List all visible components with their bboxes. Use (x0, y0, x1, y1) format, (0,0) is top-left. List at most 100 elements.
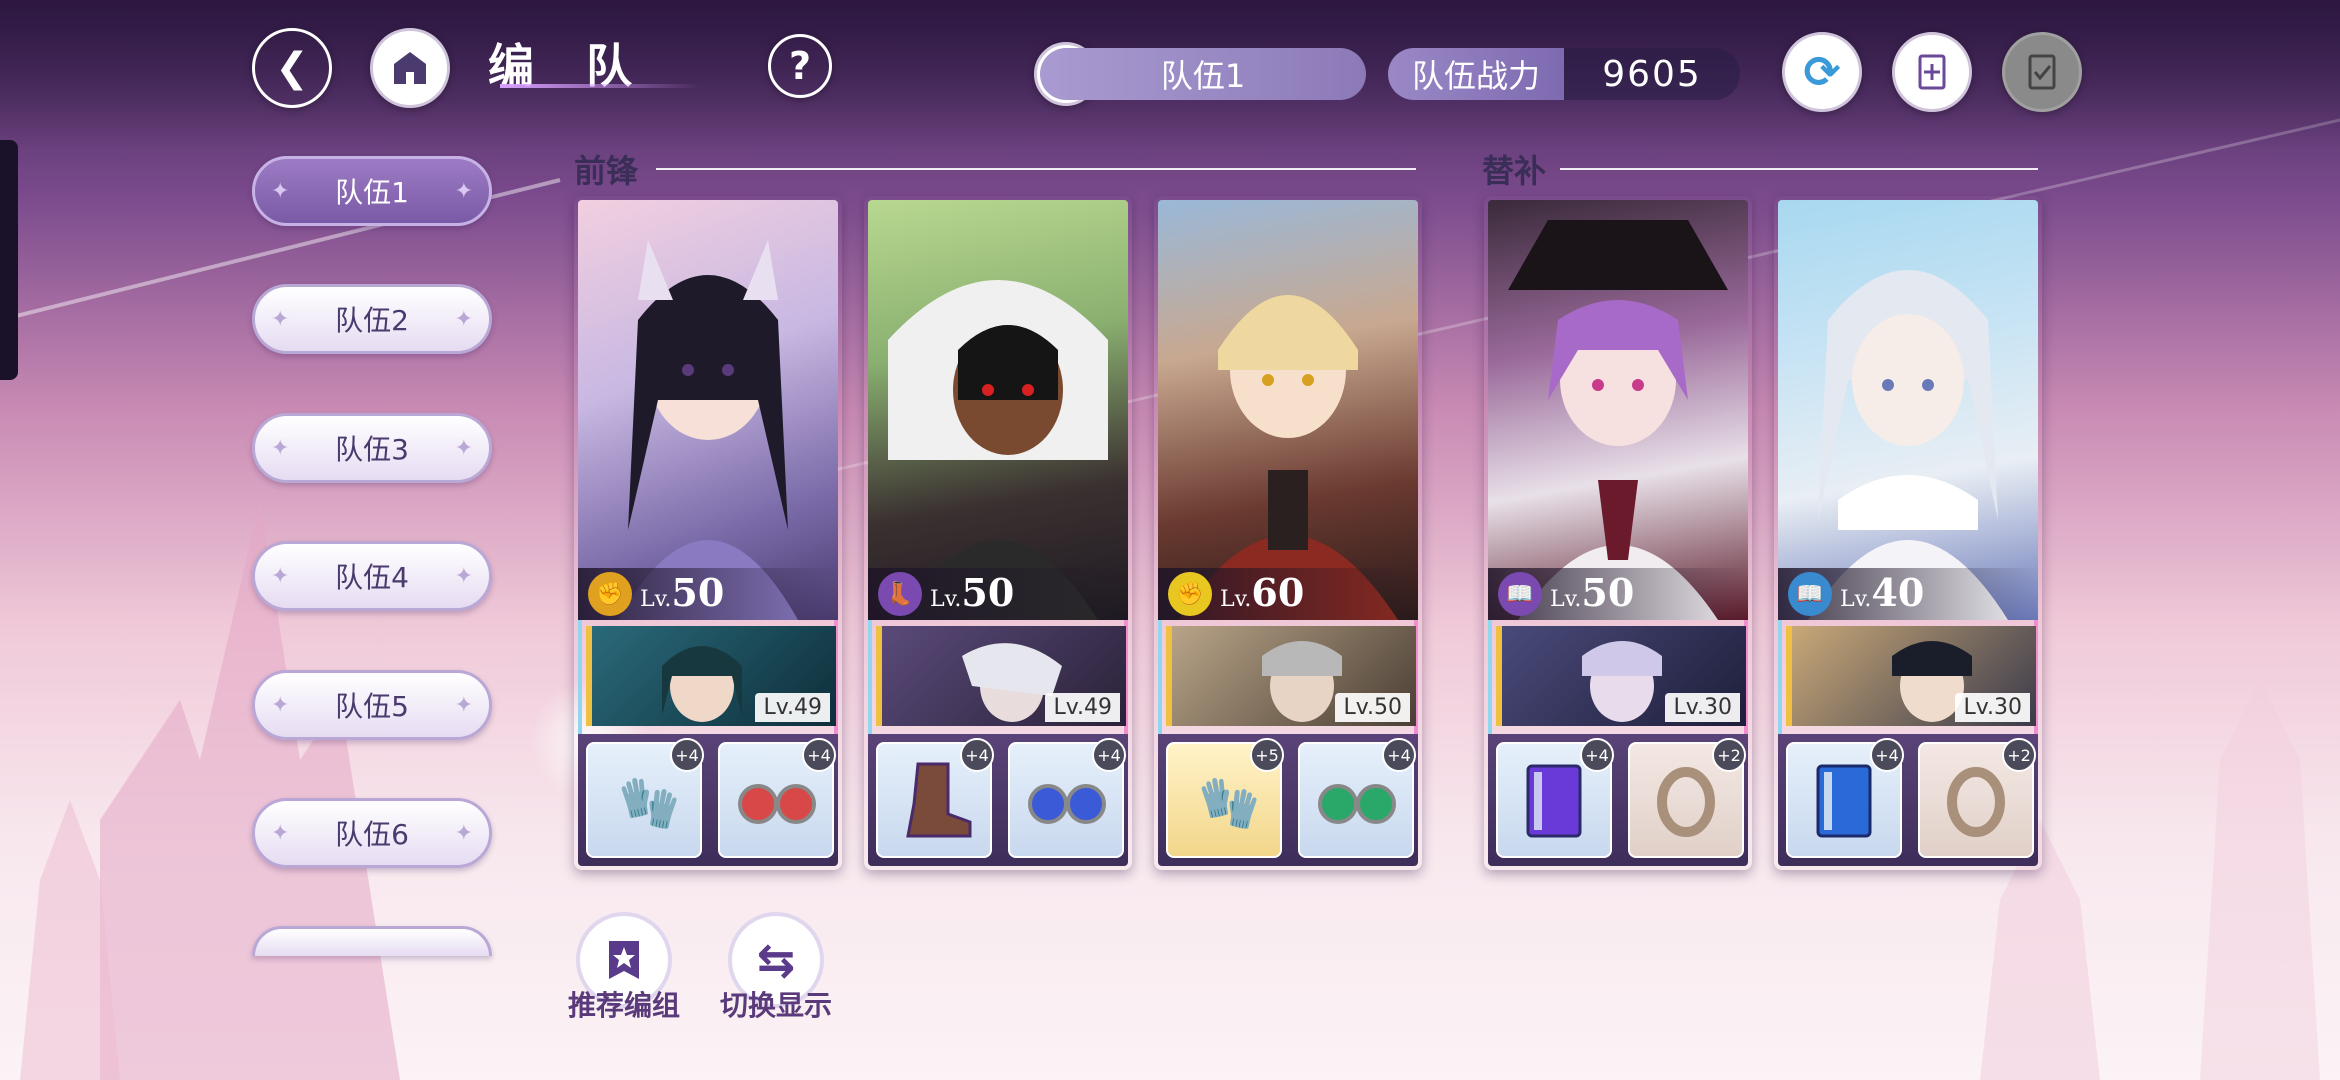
equipment-area: +4 +4 (868, 734, 1128, 866)
tab-team-6[interactable]: 队伍6 ✦ ✦ (252, 798, 492, 868)
support-card[interactable]: Lv.49 (586, 626, 836, 726)
tab-label: 队伍4 (335, 561, 409, 594)
gauntlet-icon: 🧤 (618, 774, 681, 832)
sparkle-icon: ✦ (271, 179, 290, 204)
gauntlet-equip-slot[interactable]: 🧤 +5 (1166, 738, 1284, 858)
sparkle-icon: ✦ (271, 693, 290, 718)
goggles-equip-slot[interactable]: +4 (1008, 738, 1126, 858)
tab-team-4[interactable]: 队伍4 ✦ ✦ (252, 541, 492, 611)
boots-equip-slot[interactable]: +4 (876, 738, 994, 858)
character-portrait (578, 200, 838, 620)
character-card-5[interactable]: 📖 Lv.40 Lv.30 +4 +2 (1774, 196, 2042, 870)
help-button[interactable]: ? (768, 34, 832, 98)
support-card[interactable]: Lv.50 (1166, 626, 1416, 726)
book-equip-slot[interactable]: +4 (1786, 738, 1904, 858)
tab-team-7-partial[interactable] (252, 926, 492, 956)
sparkle-icon: ✦ (271, 436, 290, 461)
tab-team-1[interactable]: 队伍1 ✦ ✦ (252, 156, 492, 226)
sparkle-icon: ✦ (271, 307, 290, 332)
gauntlet-icon: 🧤 (1198, 774, 1261, 832)
character-portrait (1158, 200, 1418, 620)
enhance-badge: +4 (670, 738, 704, 772)
equipment-area: 🧤 +5 +4 (1158, 734, 1418, 866)
star-badge-icon (609, 941, 639, 979)
enhance-badge: +5 (1250, 738, 1284, 772)
copy-team-button[interactable] (1892, 32, 1972, 112)
gauntlet-equip-slot[interactable]: 🧤 +4 (586, 738, 704, 858)
enhance-badge: +4 (960, 738, 994, 772)
character-card-1[interactable]: ✊ Lv.50 Lv.49 🧤 +4 +4 (574, 196, 842, 870)
tab-label: 队伍1 (335, 176, 409, 209)
sparkle-icon: ✦ (271, 821, 290, 846)
recommend-team-label: 推荐编组 (567, 989, 680, 1022)
tab-label: 队伍5 (335, 690, 409, 723)
refresh-icon: ⟳ (1803, 46, 1841, 98)
sparkle-icon: ✦ (454, 307, 473, 332)
character-portrait (1488, 200, 1748, 620)
section-front-label: 前锋 (574, 152, 639, 190)
character-portrait (868, 200, 1128, 620)
tab-label: 队伍3 (335, 433, 409, 466)
character-level: Lv.50 (640, 570, 725, 615)
character-level: Lv.50 (1550, 570, 1635, 615)
sparkle-icon: ✦ (454, 436, 473, 461)
book-class-icon: 📖 (1498, 572, 1542, 616)
sparkle-icon: ✦ (454, 821, 473, 846)
character-level: Lv.50 (930, 570, 1015, 615)
character-level: Lv.60 (1220, 570, 1305, 615)
team-name: 队伍1 (1160, 57, 1246, 95)
title-decoration (500, 84, 700, 88)
equipment-area: 🧤 +4 +4 (578, 734, 838, 866)
tab-label: 队伍6 (335, 818, 409, 851)
swap-arrows-icon: ⇆ (756, 933, 796, 987)
home-button[interactable] (370, 28, 450, 108)
enhance-badge: +4 (1092, 738, 1126, 772)
goggles-equip-slot[interactable]: +4 (718, 738, 836, 858)
sparkle-icon: ✦ (271, 564, 290, 589)
support-card[interactable]: Lv.49 (876, 626, 1126, 726)
support-level: Lv.30 (1955, 693, 2030, 722)
character-card-3[interactable]: ✊ Lv.60 Lv.50 🧤 +5 +4 (1154, 196, 1422, 870)
sparkle-icon: ✦ (454, 564, 473, 589)
edge-handle (0, 140, 18, 380)
tab-label: 队伍2 (335, 304, 409, 337)
character-card-4[interactable]: 📖 Lv.50 Lv.30 +4 +2 (1484, 196, 1752, 870)
support-level: Lv.50 (1335, 693, 1410, 722)
support-level: Lv.49 (755, 693, 830, 722)
enhance-badge: +2 (2002, 738, 2036, 772)
tab-team-3[interactable]: 队伍3 ✦ ✦ (252, 413, 492, 483)
character-card-2[interactable]: 👢 Lv.50 Lv.49 +4 +4 (864, 196, 1132, 870)
switch-display-label: 切换显示 (719, 989, 832, 1022)
enhance-badge: +4 (1580, 738, 1614, 772)
sparkle-icon: ✦ (454, 693, 473, 718)
tab-team-2[interactable]: 队伍2 ✦ ✦ (252, 284, 492, 354)
team-name-pill: 队伍1 (1040, 48, 1366, 100)
equipment-area: +4 +2 (1778, 734, 2038, 866)
fist-class-icon: ✊ (588, 572, 632, 616)
support-card[interactable]: Lv.30 (1496, 626, 1746, 726)
enhance-badge: +4 (1382, 738, 1416, 772)
sparkle-icon: ✦ (454, 179, 473, 204)
book-equip-slot[interactable]: +4 (1496, 738, 1614, 858)
support-level: Lv.49 (1045, 693, 1120, 722)
section-sub-label: 替补 (1482, 152, 1547, 190)
power-value: 9605 (1564, 48, 1740, 100)
book-class-icon: 📖 (1788, 572, 1832, 616)
goggles-equip-slot[interactable]: +4 (1298, 738, 1416, 858)
section-divider (656, 168, 1416, 170)
character-level: Lv.40 (1840, 570, 1925, 615)
enhance-badge: +4 (1870, 738, 1904, 772)
ring-equip-slot[interactable]: +2 (1628, 738, 1746, 858)
boot-class-icon: 👢 (878, 572, 922, 616)
refresh-button[interactable]: ⟳ (1782, 32, 1862, 112)
back-button[interactable]: ❮ (252, 28, 332, 108)
fist-class-icon: ✊ (1168, 572, 1212, 616)
ring-equip-slot[interactable]: +2 (1918, 738, 2036, 858)
enhance-badge: +4 (802, 738, 836, 772)
enhance-badge: +2 (1712, 738, 1746, 772)
confirm-button[interactable] (2002, 32, 2082, 112)
support-card[interactable]: Lv.30 (1786, 626, 2036, 726)
tab-team-5[interactable]: 队伍5 ✦ ✦ (252, 670, 492, 740)
back-arrow-icon: ❮ (275, 45, 309, 91)
equipment-area: +4 +2 (1488, 734, 1748, 866)
